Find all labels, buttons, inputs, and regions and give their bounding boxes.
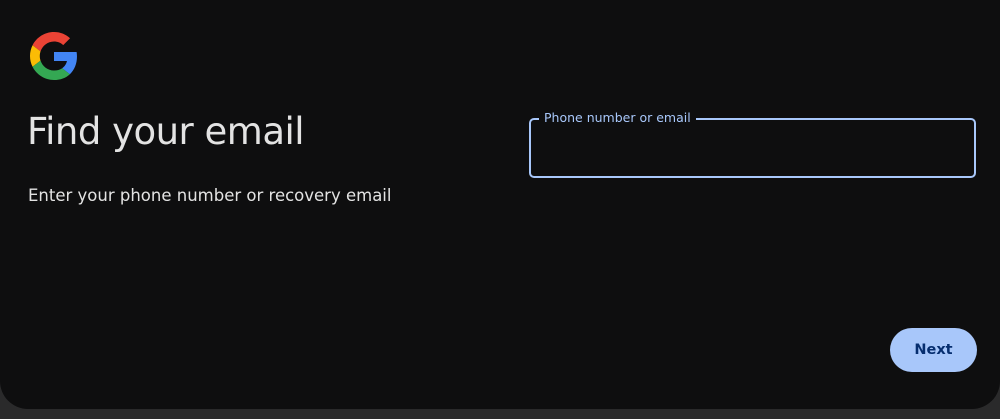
find-email-card: Find your email Enter your phone number … xyxy=(0,0,1000,409)
phone-or-email-input[interactable] xyxy=(545,136,960,160)
phone-or-email-label: Phone number or email xyxy=(539,109,696,127)
page-subtitle: Enter your phone number or recovery emai… xyxy=(28,186,392,205)
next-button[interactable]: Next xyxy=(890,328,977,372)
google-logo-icon xyxy=(30,32,77,80)
phone-or-email-field[interactable]: Phone number or email xyxy=(529,109,976,178)
page-title: Find your email xyxy=(27,110,305,153)
